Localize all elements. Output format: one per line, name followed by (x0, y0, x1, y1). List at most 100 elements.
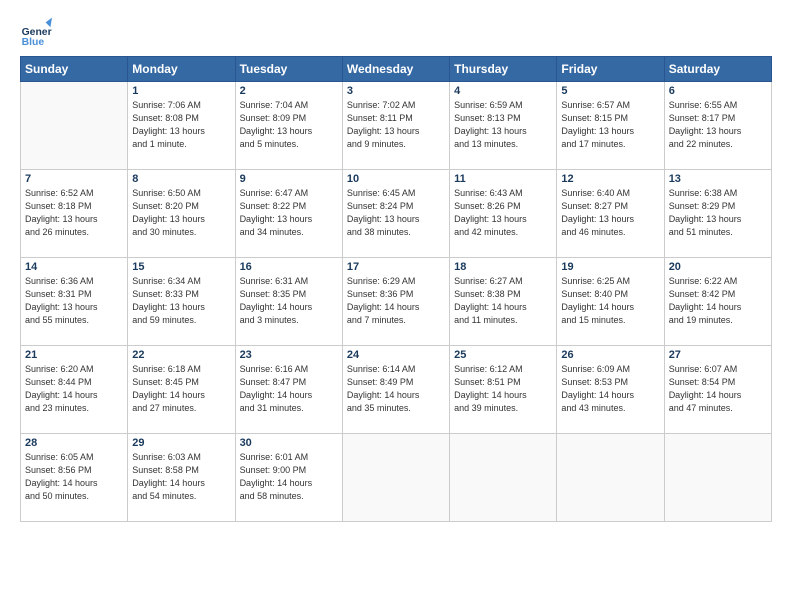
calendar-cell: 29 Sunrise: 6:03 AM Sunset: 8:58 PM Dayli… (128, 434, 235, 522)
weekday-header-cell: Sunday (21, 57, 128, 82)
day-number: 4 (454, 85, 552, 97)
calendar-body: 1 Sunrise: 7:06 AM Sunset: 8:08 PM Daylig… (21, 82, 772, 522)
day-number: 15 (132, 261, 230, 273)
day-number: 17 (347, 261, 445, 273)
calendar-cell: 15 Sunrise: 6:34 AM Sunset: 8:33 PM Dayli… (128, 258, 235, 346)
calendar-cell (450, 434, 557, 522)
cell-content: Sunrise: 6:01 AM Sunset: 9:00 PM Dayligh… (240, 451, 338, 503)
day-number: 13 (669, 173, 767, 185)
weekday-header-cell: Friday (557, 57, 664, 82)
day-number: 2 (240, 85, 338, 97)
cell-content: Sunrise: 6:16 AM Sunset: 8:47 PM Dayligh… (240, 363, 338, 415)
cell-content: Sunrise: 6:22 AM Sunset: 8:42 PM Dayligh… (669, 275, 767, 327)
day-number: 26 (561, 349, 659, 361)
calendar-cell: 25 Sunrise: 6:12 AM Sunset: 8:51 PM Dayli… (450, 346, 557, 434)
cell-content: Sunrise: 6:14 AM Sunset: 8:49 PM Dayligh… (347, 363, 445, 415)
calendar-cell: 1 Sunrise: 7:06 AM Sunset: 8:08 PM Daylig… (128, 82, 235, 170)
day-number: 19 (561, 261, 659, 273)
day-number: 20 (669, 261, 767, 273)
cell-content: Sunrise: 6:12 AM Sunset: 8:51 PM Dayligh… (454, 363, 552, 415)
day-number: 11 (454, 173, 552, 185)
calendar-cell (342, 434, 449, 522)
logo: General Blue (20, 16, 56, 48)
calendar-cell: 7Sunrise: 6:52 AM Sunset: 8:18 PM Daylig… (21, 170, 128, 258)
weekday-header-cell: Tuesday (235, 57, 342, 82)
day-number: 12 (561, 173, 659, 185)
calendar-cell: 4 Sunrise: 6:59 AM Sunset: 8:13 PM Daylig… (450, 82, 557, 170)
calendar-table: SundayMondayTuesdayWednesdayThursdayFrid… (20, 56, 772, 522)
calendar-cell: 19 Sunrise: 6:25 AM Sunset: 8:40 PM Dayli… (557, 258, 664, 346)
calendar-cell: 18 Sunrise: 6:27 AM Sunset: 8:38 PM Dayli… (450, 258, 557, 346)
day-number: 24 (347, 349, 445, 361)
calendar-cell: 30Sunrise: 6:01 AM Sunset: 9:00 PM Dayli… (235, 434, 342, 522)
cell-content: Sunrise: 7:06 AM Sunset: 8:08 PM Dayligh… (132, 99, 230, 151)
cell-content: Sunrise: 6:43 AM Sunset: 8:26 PM Dayligh… (454, 187, 552, 239)
logo-icon: General Blue (20, 16, 52, 48)
cell-content: Sunrise: 6:59 AM Sunset: 8:13 PM Dayligh… (454, 99, 552, 151)
day-number: 3 (347, 85, 445, 97)
calendar-cell: 23Sunrise: 6:16 AM Sunset: 8:47 PM Dayli… (235, 346, 342, 434)
calendar-cell: 2 Sunrise: 7:04 AM Sunset: 8:09 PM Daylig… (235, 82, 342, 170)
day-number: 29 (132, 437, 230, 449)
calendar-cell: 22 Sunrise: 6:18 AM Sunset: 8:45 PM Dayli… (128, 346, 235, 434)
calendar-cell: 17 Sunrise: 6:29 AM Sunset: 8:36 PM Dayli… (342, 258, 449, 346)
day-number: 5 (561, 85, 659, 97)
cell-content: Sunrise: 7:04 AM Sunset: 8:09 PM Dayligh… (240, 99, 338, 151)
calendar-cell (664, 434, 771, 522)
calendar-week-row: 28 Sunrise: 6:05 AM Sunset: 8:56 PM Dayli… (21, 434, 772, 522)
day-number: 27 (669, 349, 767, 361)
cell-content: Sunrise: 6:34 AM Sunset: 8:33 PM Dayligh… (132, 275, 230, 327)
calendar-cell: 12Sunrise: 6:40 AM Sunset: 8:27 PM Dayli… (557, 170, 664, 258)
svg-text:Blue: Blue (22, 37, 45, 48)
calendar-cell (557, 434, 664, 522)
calendar-cell: 10Sunrise: 6:45 AM Sunset: 8:24 PM Dayli… (342, 170, 449, 258)
calendar-cell: 16Sunrise: 6:31 AM Sunset: 8:35 PM Dayli… (235, 258, 342, 346)
calendar-week-row: 21 Sunrise: 6:20 AM Sunset: 8:44 PM Dayli… (21, 346, 772, 434)
cell-content: Sunrise: 6:29 AM Sunset: 8:36 PM Dayligh… (347, 275, 445, 327)
calendar-cell: 26 Sunrise: 6:09 AM Sunset: 8:53 PM Dayli… (557, 346, 664, 434)
weekday-header-cell: Monday (128, 57, 235, 82)
cell-content: Sunrise: 6:25 AM Sunset: 8:40 PM Dayligh… (561, 275, 659, 327)
cell-content: Sunrise: 6:57 AM Sunset: 8:15 PM Dayligh… (561, 99, 659, 151)
calendar-cell: 24 Sunrise: 6:14 AM Sunset: 8:49 PM Dayli… (342, 346, 449, 434)
calendar-week-row: 14Sunrise: 6:36 AM Sunset: 8:31 PM Dayli… (21, 258, 772, 346)
calendar-cell: 8 Sunrise: 6:50 AM Sunset: 8:20 PM Daylig… (128, 170, 235, 258)
calendar-cell: 14Sunrise: 6:36 AM Sunset: 8:31 PM Dayli… (21, 258, 128, 346)
calendar-cell: 6Sunrise: 6:55 AM Sunset: 8:17 PM Daylig… (664, 82, 771, 170)
weekday-header-cell: Thursday (450, 57, 557, 82)
day-number: 25 (454, 349, 552, 361)
day-number: 1 (132, 85, 230, 97)
cell-content: Sunrise: 6:03 AM Sunset: 8:58 PM Dayligh… (132, 451, 230, 503)
cell-content: Sunrise: 7:02 AM Sunset: 8:11 PM Dayligh… (347, 99, 445, 151)
cell-content: Sunrise: 6:07 AM Sunset: 8:54 PM Dayligh… (669, 363, 767, 415)
calendar-cell: 13Sunrise: 6:38 AM Sunset: 8:29 PM Dayli… (664, 170, 771, 258)
calendar-week-row: 1 Sunrise: 7:06 AM Sunset: 8:08 PM Daylig… (21, 82, 772, 170)
calendar-cell: 27 Sunrise: 6:07 AM Sunset: 8:54 PM Dayli… (664, 346, 771, 434)
calendar-cell: 20 Sunrise: 6:22 AM Sunset: 8:42 PM Dayli… (664, 258, 771, 346)
calendar-cell: 28 Sunrise: 6:05 AM Sunset: 8:56 PM Dayli… (21, 434, 128, 522)
calendar-week-row: 7Sunrise: 6:52 AM Sunset: 8:18 PM Daylig… (21, 170, 772, 258)
calendar-cell (21, 82, 128, 170)
weekday-header-cell: Saturday (664, 57, 771, 82)
cell-content: Sunrise: 6:05 AM Sunset: 8:56 PM Dayligh… (25, 451, 123, 503)
weekday-header-row: SundayMondayTuesdayWednesdayThursdayFrid… (21, 57, 772, 82)
page-header: General Blue (20, 16, 772, 48)
day-number: 9 (240, 173, 338, 185)
day-number: 8 (132, 173, 230, 185)
day-number: 6 (669, 85, 767, 97)
day-number: 18 (454, 261, 552, 273)
cell-content: Sunrise: 6:27 AM Sunset: 8:38 PM Dayligh… (454, 275, 552, 327)
weekday-header-cell: Wednesday (342, 57, 449, 82)
cell-content: Sunrise: 6:52 AM Sunset: 8:18 PM Dayligh… (25, 187, 123, 239)
cell-content: Sunrise: 6:09 AM Sunset: 8:53 PM Dayligh… (561, 363, 659, 415)
cell-content: Sunrise: 6:45 AM Sunset: 8:24 PM Dayligh… (347, 187, 445, 239)
cell-content: Sunrise: 6:47 AM Sunset: 8:22 PM Dayligh… (240, 187, 338, 239)
calendar-cell: 9 Sunrise: 6:47 AM Sunset: 8:22 PM Daylig… (235, 170, 342, 258)
cell-content: Sunrise: 6:50 AM Sunset: 8:20 PM Dayligh… (132, 187, 230, 239)
day-number: 28 (25, 437, 123, 449)
calendar-cell: 21 Sunrise: 6:20 AM Sunset: 8:44 PM Dayli… (21, 346, 128, 434)
cell-content: Sunrise: 6:18 AM Sunset: 8:45 PM Dayligh… (132, 363, 230, 415)
day-number: 22 (132, 349, 230, 361)
cell-content: Sunrise: 6:20 AM Sunset: 8:44 PM Dayligh… (25, 363, 123, 415)
day-number: 21 (25, 349, 123, 361)
